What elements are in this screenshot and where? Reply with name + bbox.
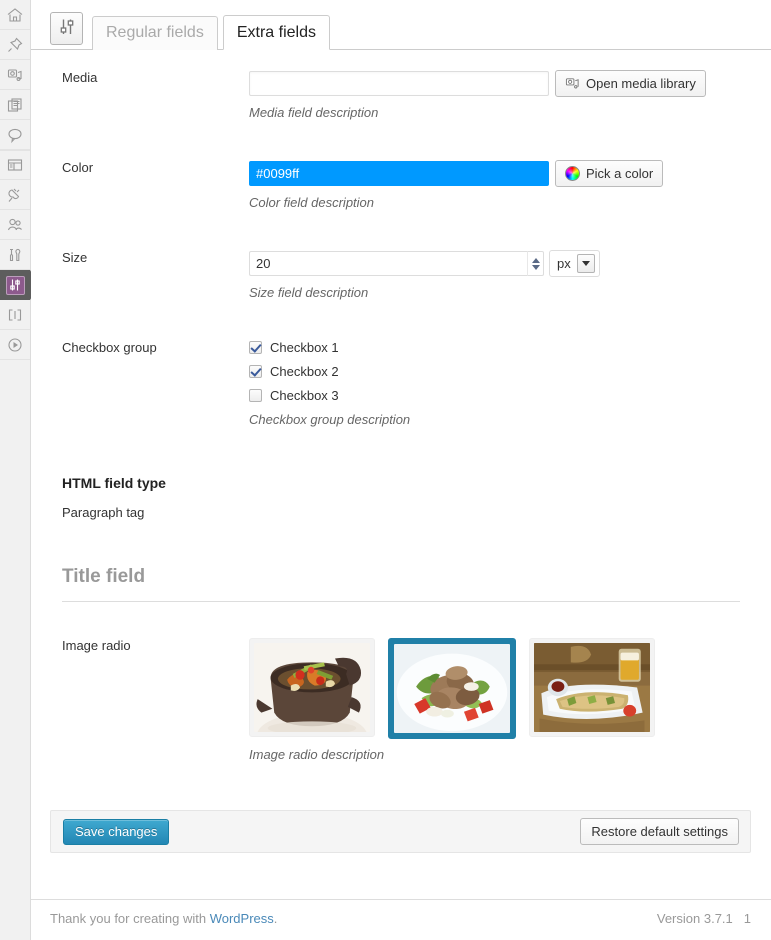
home-icon	[6, 6, 24, 24]
size-field-label: Size	[62, 250, 88, 265]
image-radio-label: Image radio	[62, 638, 131, 653]
image-radio-thumbnail-2	[394, 644, 510, 733]
pick-a-color-label: Pick a color	[586, 166, 654, 181]
submit-bar: Save changes Restore default settings	[50, 810, 751, 853]
sidebar-item-posts[interactable]	[0, 30, 30, 60]
image-radio-thumbnail-1	[254, 643, 370, 732]
stepper-down-icon[interactable]	[531, 264, 540, 270]
tools-icon	[6, 246, 24, 264]
sliders-icon	[5, 275, 25, 295]
tab-extra-fields[interactable]: Extra fields	[222, 15, 330, 50]
checkbox-option[interactable]: Checkbox 1	[249, 340, 761, 355]
pages-icon	[6, 96, 24, 114]
sidebar-item-pages[interactable]	[0, 90, 30, 120]
html-field-paragraph: Paragraph tag	[62, 505, 145, 520]
image-radio-description: Image radio description	[249, 747, 385, 762]
color-wheel-icon	[565, 166, 580, 181]
stepper-up-icon[interactable]	[531, 257, 540, 263]
footer-thanks-prefix: Thank you for creating with	[50, 911, 210, 926]
settings-tab-bar: Regular fields Extra fields	[31, 0, 771, 50]
checkbox-1-label: Checkbox 1	[270, 340, 339, 355]
color-field-label: Color	[62, 160, 94, 175]
settings-form: Media Open media library Media field des…	[31, 50, 771, 782]
brackets-icon	[6, 306, 24, 324]
image-radio-option-2[interactable]	[388, 638, 516, 739]
wordpress-admin-page: Regular fields Extra fields Media Open m…	[0, 0, 771, 940]
plug-icon	[6, 186, 24, 204]
checkbox-option[interactable]: Checkbox 2	[249, 364, 761, 379]
camera-icon	[6, 66, 24, 84]
field-row-image-radio: Image radio Image radio description	[31, 618, 771, 782]
admin-footer: Thank you for creating with WordPress. V…	[31, 899, 771, 940]
sidebar-item-plugins[interactable]	[0, 180, 30, 210]
html-field-heading: HTML field type	[62, 475, 166, 491]
open-media-library-button[interactable]: Open media library	[555, 70, 706, 97]
media-input[interactable]	[249, 71, 549, 96]
play-circle-icon	[6, 336, 24, 354]
comment-bubble-icon	[6, 126, 24, 144]
size-input[interactable]	[249, 251, 527, 276]
title-field-divider	[62, 601, 740, 602]
field-row-checkbox-group: Checkbox group Checkbox 1 Checkbox 2 Che…	[31, 320, 771, 447]
image-radio-option-1[interactable]	[249, 638, 375, 737]
open-media-library-label: Open media library	[586, 76, 696, 91]
sidebar-item-comments[interactable]	[0, 120, 30, 150]
html-field-block: HTML field type Paragraph tag	[31, 475, 771, 520]
image-radio-thumbnail-3	[534, 643, 650, 732]
save-changes-button[interactable]: Save changes	[63, 818, 170, 845]
wordpress-link[interactable]: WordPress	[210, 911, 274, 926]
size-field-description: Size field description	[249, 285, 369, 300]
footer-version: Version 3.7.1	[656, 911, 733, 926]
settings-icon-button[interactable]	[50, 12, 83, 45]
checkbox-3-label: Checkbox 3	[270, 388, 339, 403]
field-row-media: Media Open media library Media field des…	[31, 50, 771, 140]
sidebar-item-collapse[interactable]	[0, 300, 30, 330]
sidebar-item-media[interactable]	[0, 60, 30, 90]
sidebar-item-appearance[interactable]	[0, 150, 30, 180]
size-unit-select[interactable]: px	[549, 250, 600, 277]
sidebar-item-tools[interactable]	[0, 240, 30, 270]
media-field-description: Media field description	[249, 105, 379, 120]
checkbox-group-description: Checkbox group description	[249, 412, 411, 427]
title-field-block: Title field	[31, 566, 771, 602]
pick-a-color-button[interactable]: Pick a color	[555, 160, 664, 187]
sliders-icon	[57, 17, 77, 40]
sidebar-item-settings[interactable]	[0, 270, 39, 300]
users-icon	[6, 216, 24, 234]
checkbox-2-label: Checkbox 2	[270, 364, 339, 379]
sidebar-item-dashboard[interactable]	[0, 0, 30, 30]
size-unit-value: px	[557, 256, 571, 271]
admin-content-body: Regular fields Extra fields Media Open m…	[31, 0, 771, 940]
checkbox-option[interactable]: Checkbox 3	[249, 388, 761, 403]
footer-thanks-suffix: .	[273, 911, 278, 926]
image-radio-option-3[interactable]	[529, 638, 655, 737]
size-stepper[interactable]	[527, 251, 544, 276]
restore-default-settings-button[interactable]: Restore default settings	[580, 818, 739, 845]
layout-icon	[6, 156, 24, 174]
color-field-description: Color field description	[249, 195, 375, 210]
field-row-size: Size px	[31, 230, 771, 320]
media-field-label: Media	[62, 70, 98, 85]
admin-sidebar-menu	[0, 0, 39, 940]
sidebar-item-player[interactable]	[0, 330, 30, 360]
footer-thanks: Thank you for creating with WordPress.	[50, 911, 277, 926]
pin-icon	[6, 36, 24, 54]
tab-regular-fields[interactable]: Regular fields	[92, 16, 218, 50]
checkbox-1-box[interactable]	[249, 341, 262, 354]
field-row-color: Color Pick a color Color field descripti…	[31, 140, 771, 230]
footer-edge-marker: 1	[743, 911, 751, 926]
chevron-down-icon[interactable]	[576, 254, 595, 273]
color-input[interactable]	[249, 161, 549, 186]
media-library-icon	[565, 76, 580, 91]
checkbox-3-box[interactable]	[249, 389, 262, 402]
sidebar-item-users[interactable]	[0, 210, 30, 240]
checkbox-2-box[interactable]	[249, 365, 262, 378]
checkbox-group-label: Checkbox group	[62, 340, 157, 355]
title-field-heading: Title field	[62, 566, 146, 587]
